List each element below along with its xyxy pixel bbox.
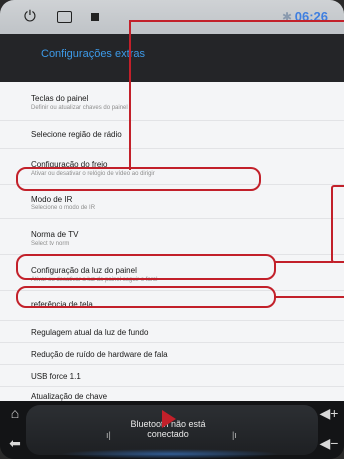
status-bar: ⏻ ✱ 06:26: [0, 0, 344, 34]
item-label: Redução de ruído de hardware de fala: [31, 350, 168, 359]
annotation-line: [129, 20, 131, 170]
equalizer-icon: ı|: [106, 430, 111, 440]
settings-item-norma-tv[interactable]: Norma de TV Select tv norm: [0, 218, 344, 255]
annotation-line: [129, 20, 344, 22]
back-arrow-icon[interactable]: ⬅: [2, 435, 28, 452]
home-icon[interactable]: ⌂: [2, 405, 28, 421]
equalizer-icon: |ı: [232, 430, 237, 440]
item-subtitle: Selecione o modo de IR: [31, 205, 96, 211]
item-label: Atualização de chave: [31, 392, 108, 401]
item-subtitle: Select tv norm: [31, 241, 70, 247]
settings-item-regiao-radio[interactable]: Selecione região de rádio: [0, 120, 344, 149]
settings-item-atualizacao-chave[interactable]: Atualização de chave: [0, 386, 344, 401]
square-icon[interactable]: [91, 13, 99, 21]
highlight-referencia-tela: [16, 286, 276, 308]
settings-item-teclas-painel[interactable]: Teclas do painel Definir ou atualizar ch…: [0, 82, 344, 121]
item-subtitle: Definir ou atualizar chaves do painel: [31, 105, 128, 111]
highlight-modo-ir: [16, 167, 261, 191]
volume-up-icon[interactable]: ◀+: [316, 405, 342, 422]
settings-item-reducao-ruido[interactable]: Redução de ruído de hardware de fala: [0, 342, 344, 365]
item-label: Teclas do painel: [31, 94, 89, 103]
power-icon[interactable]: ⏻: [24, 9, 36, 25]
header-bar: Configurações extras: [0, 34, 344, 82]
item-label: Norma de TV: [31, 230, 79, 239]
pointer-arrow: [162, 410, 176, 428]
annotation-bracket: [331, 185, 344, 263]
item-label: Selecione região de rádio: [31, 130, 122, 139]
bluetooth-status-line2: conectado: [147, 429, 189, 439]
settings-list[interactable]: Teclas do painel Definir ou atualizar ch…: [0, 82, 344, 401]
annotation-line: [276, 296, 344, 298]
item-label: Regulagem atual da luz de fundo: [31, 328, 149, 337]
highlight-luz-painel: [16, 254, 276, 280]
annotation-line: [274, 261, 333, 263]
window-icon[interactable]: [57, 11, 72, 23]
volume-down-icon[interactable]: ◀−: [316, 435, 342, 452]
settings-item-luz-fundo[interactable]: Regulagem atual da luz de fundo: [0, 320, 344, 343]
item-label: USB force 1.1: [31, 372, 81, 381]
dock-glow: [60, 449, 280, 459]
device-screen: ⏻ ✱ 06:26 Configurações extras Teclas do…: [0, 0, 344, 459]
settings-item-usb-force[interactable]: USB force 1.1: [0, 364, 344, 387]
bluetooth-icon: ✱: [282, 10, 293, 24]
item-label: Modo de IR: [31, 195, 73, 204]
